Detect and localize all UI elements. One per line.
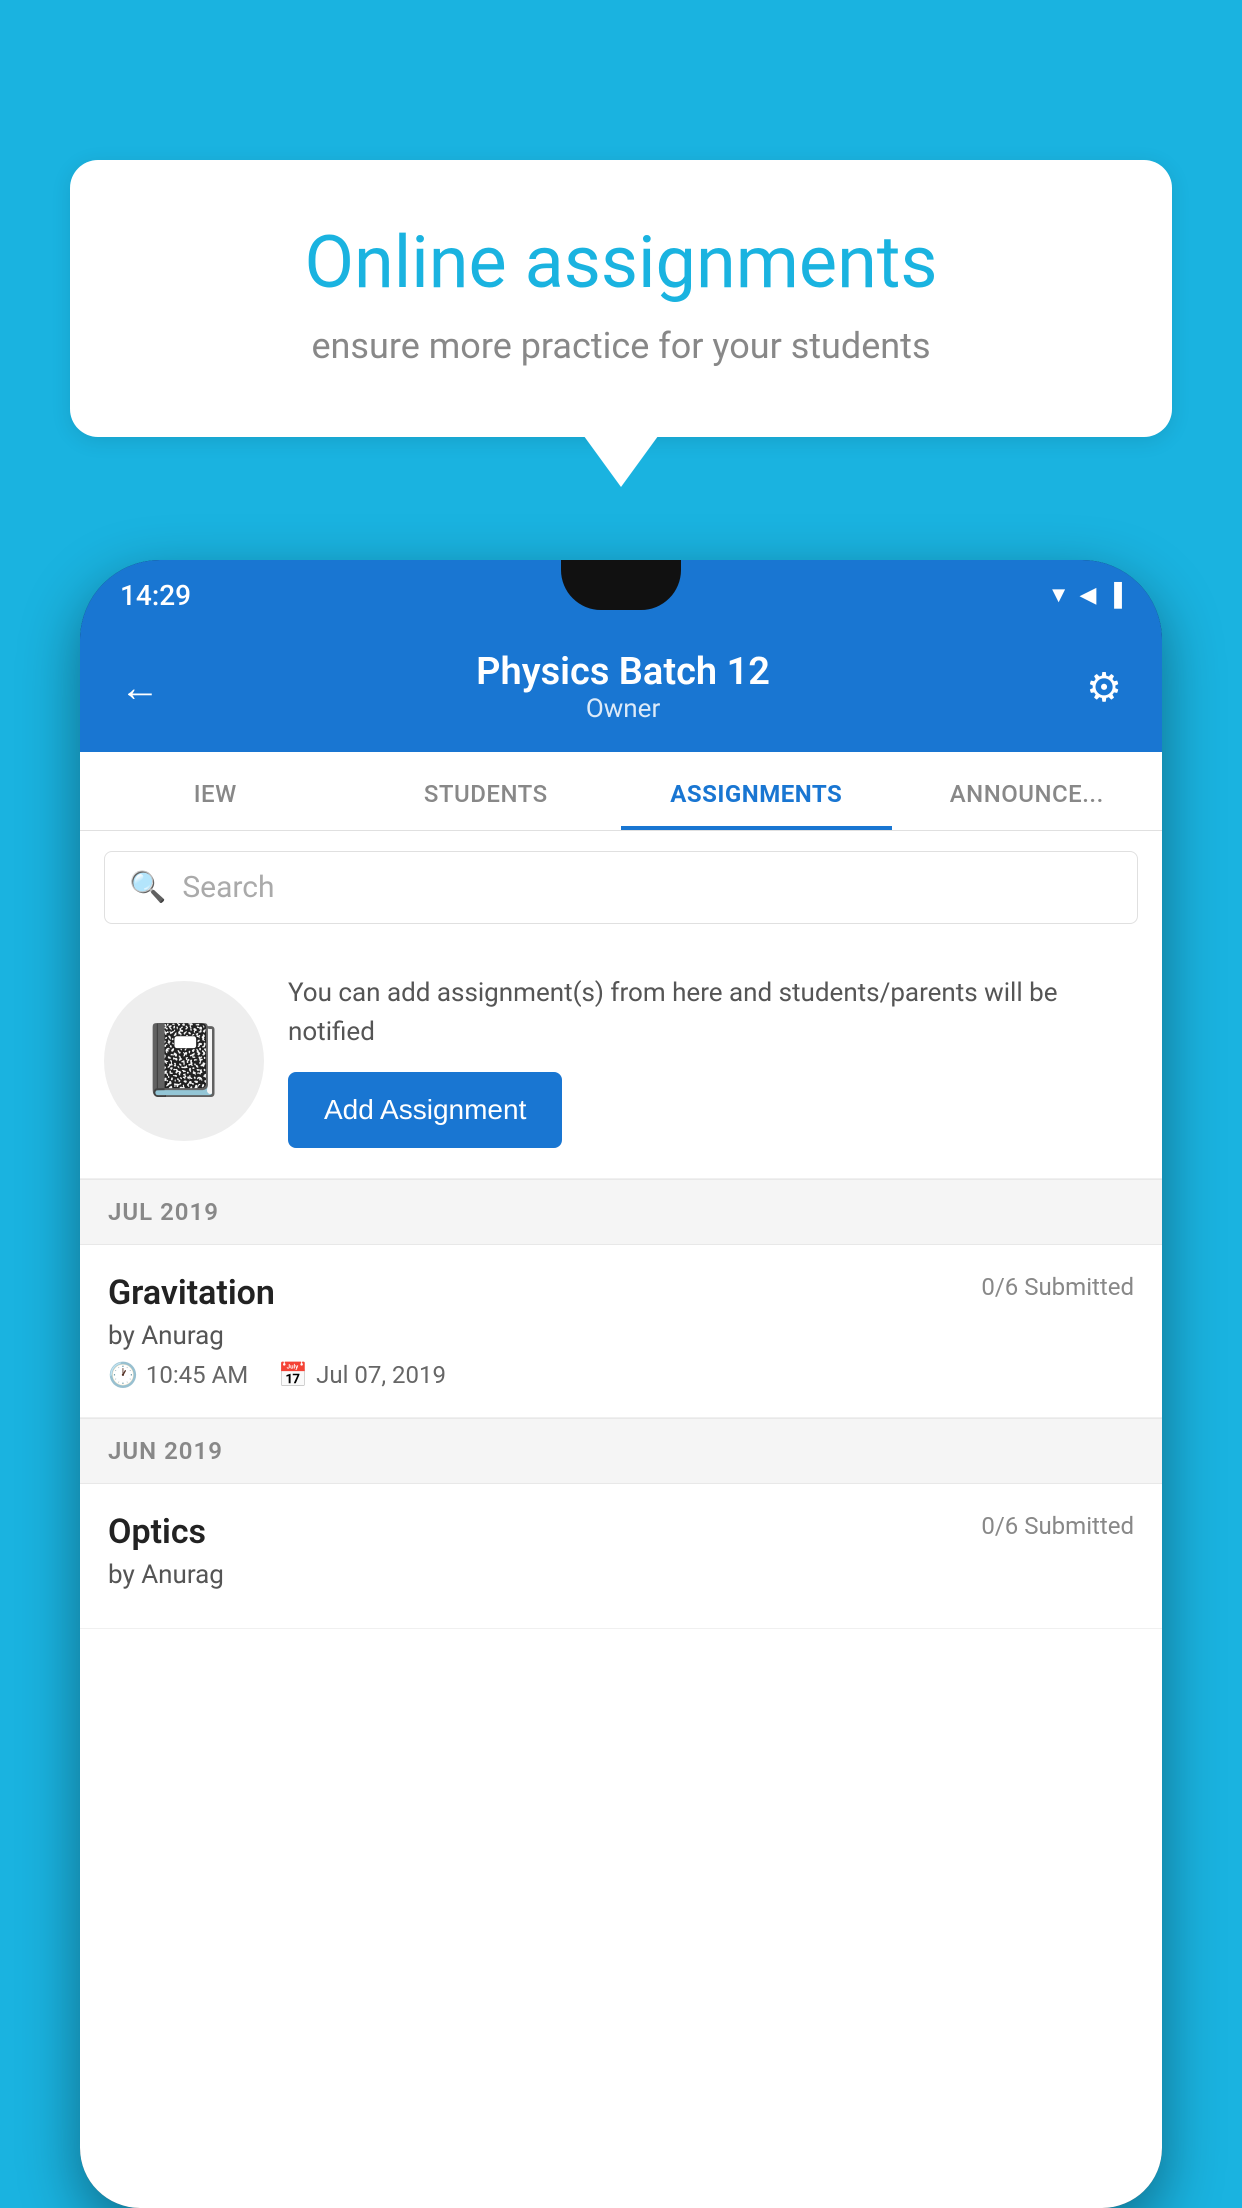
assignment-date: 📅 Jul 07, 2019 bbox=[278, 1361, 446, 1389]
section-header-jul: JUL 2019 bbox=[80, 1179, 1162, 1245]
tabs-bar: IEW STUDENTS ASSIGNMENTS ANNOUNCE... bbox=[80, 752, 1162, 831]
assignment-item-gravitation[interactable]: Gravitation 0/6 Submitted by Anurag 🕐 10… bbox=[80, 1245, 1162, 1418]
content-area: 🔍 Search 📓 You can add assignment(s) fro… bbox=[80, 831, 1162, 2208]
search-icon: 🔍 bbox=[129, 870, 166, 905]
assignment-by: by Anurag bbox=[108, 1321, 1134, 1351]
app-header: ← Physics Batch 12 Owner ⚙ bbox=[80, 630, 1162, 752]
tab-announcements[interactable]: ANNOUNCE... bbox=[892, 752, 1163, 830]
wifi-icon: ▼ bbox=[1048, 582, 1070, 608]
promo-icon-circle: 📓 bbox=[104, 981, 264, 1141]
assignment-time-value: 10:45 AM bbox=[146, 1361, 248, 1389]
status-bar: 14:29 ▼ ◀ ▐ bbox=[80, 560, 1162, 630]
assignment-time: 🕐 10:45 AM bbox=[108, 1361, 248, 1389]
notebook-icon: 📓 bbox=[140, 1020, 227, 1102]
back-button[interactable]: ← bbox=[120, 664, 160, 711]
assignment-name: Gravitation bbox=[108, 1273, 275, 1313]
add-assignment-button[interactable]: Add Assignment bbox=[288, 1072, 562, 1148]
tab-iew[interactable]: IEW bbox=[80, 752, 351, 830]
promo-text: You can add assignment(s) from here and … bbox=[288, 974, 1138, 1052]
battery-icon: ▐ bbox=[1106, 582, 1122, 608]
header-subtitle: Owner bbox=[160, 694, 1086, 724]
tab-assignments[interactable]: ASSIGNMENTS bbox=[621, 752, 892, 830]
assignment-meta: 🕐 10:45 AM 📅 Jul 07, 2019 bbox=[108, 1361, 1134, 1389]
status-time: 14:29 bbox=[120, 579, 191, 612]
assignment-name-optics: Optics bbox=[108, 1512, 206, 1552]
assignment-row1: Gravitation 0/6 Submitted bbox=[108, 1273, 1134, 1313]
settings-icon[interactable]: ⚙ bbox=[1086, 664, 1122, 711]
clock-icon: 🕐 bbox=[108, 1361, 138, 1389]
calendar-icon: 📅 bbox=[278, 1361, 308, 1389]
status-icons: ▼ ◀ ▐ bbox=[1048, 582, 1122, 608]
assignment-submitted-optics: 0/6 Submitted bbox=[981, 1512, 1134, 1540]
tab-students[interactable]: STUDENTS bbox=[351, 752, 622, 830]
assignment-submitted: 0/6 Submitted bbox=[981, 1273, 1134, 1301]
search-placeholder: Search bbox=[182, 870, 274, 905]
promo-right: You can add assignment(s) from here and … bbox=[288, 974, 1138, 1148]
header-center: Physics Batch 12 Owner bbox=[160, 650, 1086, 724]
phone-notch bbox=[561, 560, 681, 610]
speech-bubble: Online assignments ensure more practice … bbox=[70, 160, 1172, 437]
assignment-row1-optics: Optics 0/6 Submitted bbox=[108, 1512, 1134, 1552]
assignment-by-optics: by Anurag bbox=[108, 1560, 1134, 1590]
search-bar[interactable]: 🔍 Search bbox=[104, 851, 1138, 924]
header-title: Physics Batch 12 bbox=[160, 650, 1086, 694]
assignment-promo: 📓 You can add assignment(s) from here an… bbox=[80, 944, 1162, 1179]
speech-bubble-title: Online assignments bbox=[140, 220, 1102, 305]
assignment-item-optics[interactable]: Optics 0/6 Submitted by Anurag bbox=[80, 1484, 1162, 1629]
signal-icon: ◀ bbox=[1079, 583, 1096, 608]
section-header-jun: JUN 2019 bbox=[80, 1418, 1162, 1484]
assignment-date-value: Jul 07, 2019 bbox=[316, 1361, 446, 1389]
search-bar-container: 🔍 Search bbox=[80, 831, 1162, 944]
speech-bubble-subtitle: ensure more practice for your students bbox=[140, 325, 1102, 367]
phone-frame: 14:29 ▼ ◀ ▐ ← Physics Batch 12 Owner ⚙ I… bbox=[80, 560, 1162, 2208]
